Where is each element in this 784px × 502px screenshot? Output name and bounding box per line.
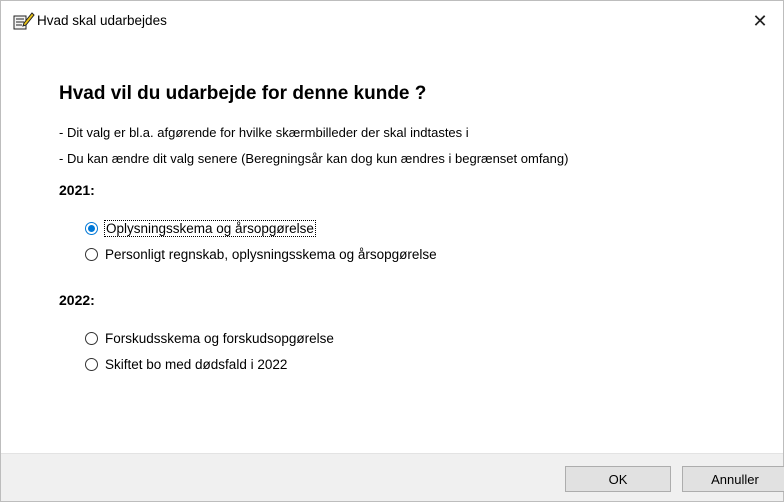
dialog-content: Hvad vil du udarbejde for denne kunde ? … [1,41,783,453]
info-line: - Du kan ændre dit valg senere (Beregnin… [59,151,569,166]
close-button[interactable]: ✕ [737,1,783,41]
cancel-button[interactable]: Annuller [682,466,784,492]
radio-option-personligt-regnskab-2021[interactable]: Personligt regnskab, oplysningsskema og … [85,244,437,264]
title-bar: Hvad skal udarbejdes ✕ [1,1,783,41]
dialog-window: Hvad skal udarbejdes ✕ Hvad vil du udarb… [0,0,784,502]
radio-button-selected[interactable] [85,221,98,235]
window-title: Hvad skal udarbejdes [37,13,167,28]
radio-button[interactable] [85,247,98,261]
radio-option-skiftet-bo-2022[interactable]: Skiftet bo med dødsfald i 2022 [85,354,287,374]
ok-button[interactable]: OK [565,466,671,492]
radio-label: Personligt regnskab, oplysningsskema og … [105,246,437,262]
page-title: Hvad vil du udarbejde for denne kunde ? [59,83,427,104]
radio-option-forskudsskema-2022[interactable]: Forskudsskema og forskudsopgørelse [85,328,334,348]
radio-button[interactable] [85,357,98,371]
radio-option-oplysningsskema-2021[interactable]: Oplysningsskema og årsopgørelse [85,218,316,238]
radio-label: Skiftet bo med dødsfald i 2022 [105,356,288,372]
section-title-2022: 2022: [59,292,95,308]
notepad-edit-icon [13,11,35,31]
radio-label: Forskudsskema og forskudsopgørelse [105,330,334,346]
dialog-footer: OK Annuller [1,453,784,501]
section-title-2021: 2021: [59,182,95,198]
radio-button[interactable] [85,331,98,345]
close-icon: ✕ [752,10,768,31]
info-line: - Dit valg er bl.a. afgørende for hvilke… [59,125,469,140]
radio-label: Oplysningsskema og årsopgørelse [104,219,316,237]
